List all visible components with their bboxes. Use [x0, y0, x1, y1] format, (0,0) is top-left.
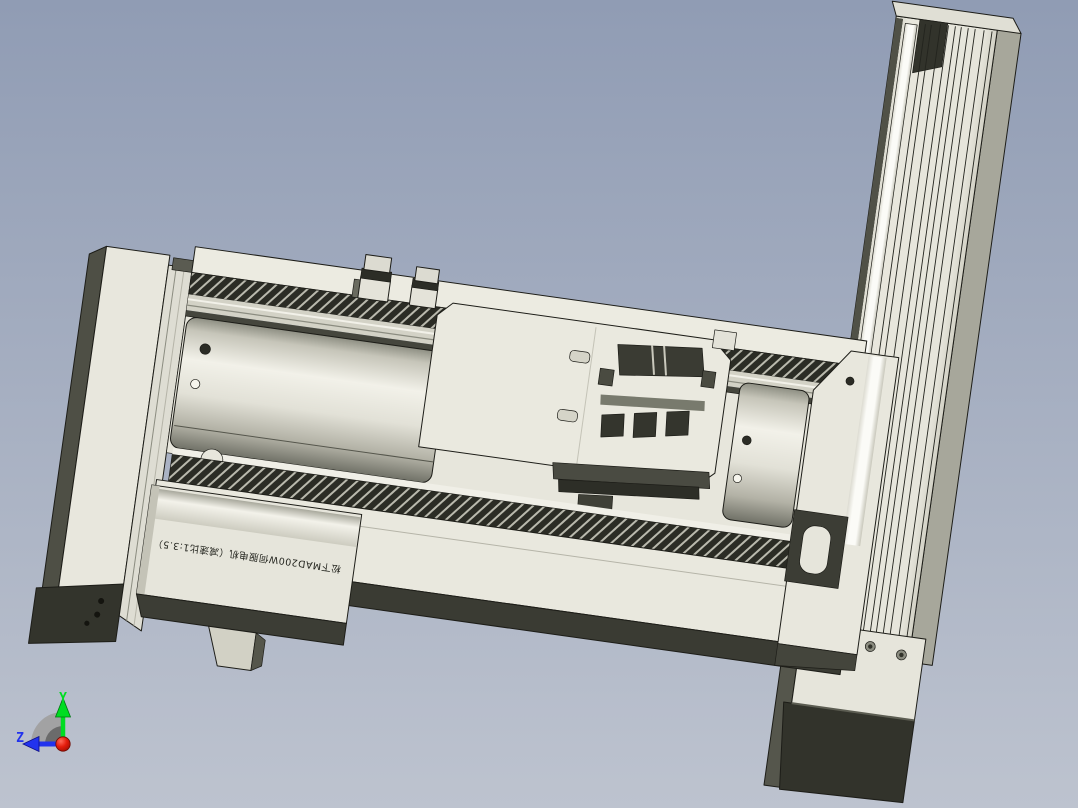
cad-viewport[interactable]: 松下MAD200W伺服电机（减速比1:3.5） Y Z — [0, 0, 1078, 808]
clamp-tab — [632, 412, 658, 438]
clamp-pin — [556, 408, 578, 423]
clamp-tab — [665, 410, 690, 437]
clamp-side-block — [700, 370, 717, 389]
clamp-side-block — [597, 367, 615, 387]
clamp-pin — [569, 350, 591, 364]
block-cap — [414, 266, 440, 285]
end-plate-top-clip — [171, 257, 194, 273]
viewport-svg: 松下MAD200W伺服电机（减速比1:3.5） Y Z — [0, 0, 1078, 808]
block-cap — [363, 254, 393, 274]
clamp-tab — [600, 413, 625, 438]
z-axis-label: Z — [16, 731, 24, 746]
origin-ball — [55, 736, 71, 752]
carriage-top-tab — [711, 329, 737, 352]
y-axis-label: Y — [59, 691, 67, 706]
